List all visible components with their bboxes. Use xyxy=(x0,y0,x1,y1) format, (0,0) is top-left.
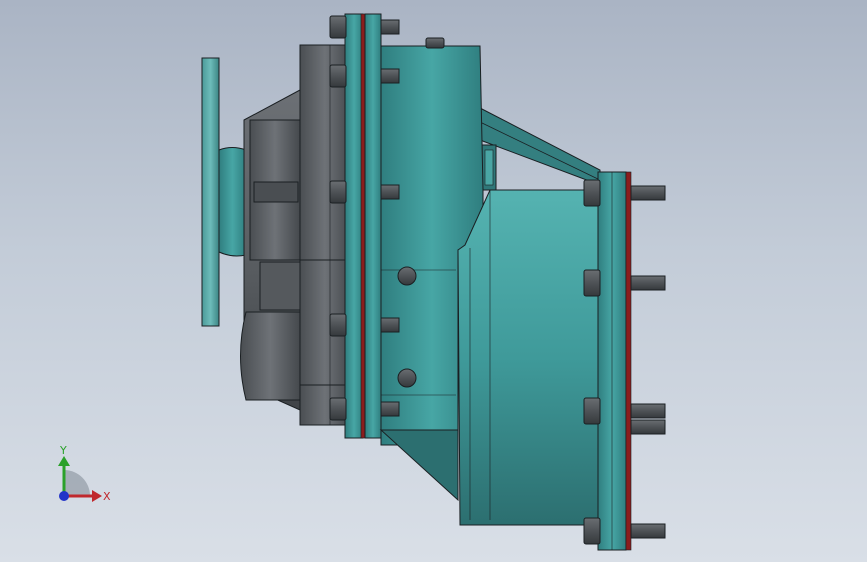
motor-flange[interactable] xyxy=(201,57,247,327)
motor-body[interactable] xyxy=(240,44,351,426)
output-flange[interactable] xyxy=(597,171,632,551)
z-axis-dot xyxy=(59,491,69,501)
fill-plug[interactable] xyxy=(397,266,417,286)
cad-viewport[interactable]: Y X xyxy=(0,0,867,562)
y-axis-label: Y xyxy=(59,444,67,457)
drain-plug[interactable] xyxy=(397,368,417,388)
triad-plane-icon xyxy=(64,470,90,496)
x-axis-arrowhead xyxy=(92,490,102,502)
reference-triad[interactable]: Y X xyxy=(58,444,111,503)
coupling-flange[interactable] xyxy=(344,13,382,439)
y-axis-arrowhead xyxy=(58,456,70,466)
x-axis-label: X xyxy=(103,490,111,503)
